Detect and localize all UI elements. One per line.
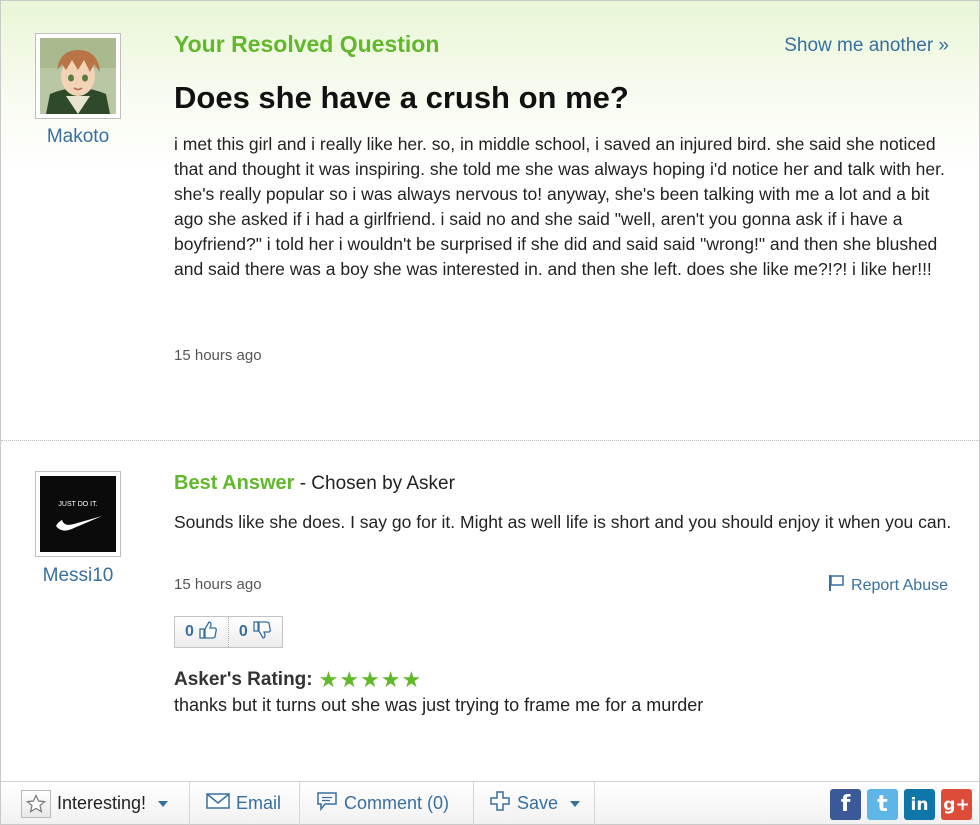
email-button[interactable]: Email [206,782,281,825]
comment-label: Comment (0) [344,793,450,813]
chosen-by-text: - Chosen by Asker [294,473,455,494]
resolved-question-title: Your Resolved Question [174,31,440,57]
thumbs-up-icon [198,620,218,645]
best-answer-header: Best Answer - Chosen by Asker [174,472,455,495]
toolbar-separator [299,782,300,825]
chevron-down-icon [158,800,169,807]
answer-timestamp: 15 hours ago [174,576,262,593]
twitter-icon[interactable]: t [867,789,898,820]
bottom-toolbar: Interesting! Email Comment (0) Save f t … [1,781,979,825]
google-plus-icon[interactable]: g+ [941,789,972,820]
toolbar-separator [473,782,474,825]
comment-icon [316,791,338,816]
thumbs-down-button[interactable]: 0 [227,617,282,647]
question-timestamp: 15 hours ago [174,347,262,364]
facebook-icon[interactable]: f [830,789,861,820]
toolbar-separator [594,782,595,825]
thumbs-down-icon [252,620,272,645]
toolbar-separator [189,782,190,825]
plus-icon [489,790,511,817]
question-title: Does she have a crush on me? [174,80,629,115]
answerer-avatar-image: JUST DO IT. [40,476,116,552]
email-label: Email [236,793,282,813]
envelope-icon [206,792,230,815]
interesting-label: Interesting! [57,793,147,813]
interesting-button[interactable]: Interesting! [21,782,169,825]
save-label: Save [517,793,559,813]
linkedin-icon[interactable]: in [904,789,935,820]
asker-rating: Asker's Rating: ★★★★★ [174,667,422,693]
rating-stars: ★★★★★ [318,667,423,692]
asker-username[interactable]: Makoto [28,126,128,148]
best-answer-label: Best Answer [174,472,295,494]
report-abuse-link[interactable]: Report Abuse [827,574,948,597]
vote-buttons: 0 0 [174,616,283,648]
comment-button[interactable]: Comment (0) [316,782,449,825]
star-icon [21,789,51,818]
avatar-slogan: JUST DO IT. [58,501,97,508]
question-body: i met this girl and i really like her. s… [174,134,945,279]
thumbs-down-count: 0 [238,623,248,640]
rating-comment: thanks but it turns out she was just try… [174,695,704,715]
answer-body: Sounds like she does. I say go for it. M… [174,512,952,532]
thumbs-up-count: 0 [185,623,194,640]
chevron-down-icon [570,800,581,807]
asker-avatar-image [40,38,116,114]
thumbs-up-button[interactable]: 0 [175,617,228,647]
show-another-link[interactable]: Show me another » [784,35,949,57]
save-button[interactable]: Save [489,782,581,825]
flag-icon [827,574,845,597]
asker-avatar[interactable] [35,33,121,119]
asker-rating-label: Asker's Rating: [174,669,313,690]
report-abuse-label: Report Abuse [851,576,948,594]
answerer-username[interactable]: Messi10 [28,565,128,587]
section-divider [1,440,979,441]
answerer-avatar[interactable]: JUST DO IT. [35,471,121,557]
